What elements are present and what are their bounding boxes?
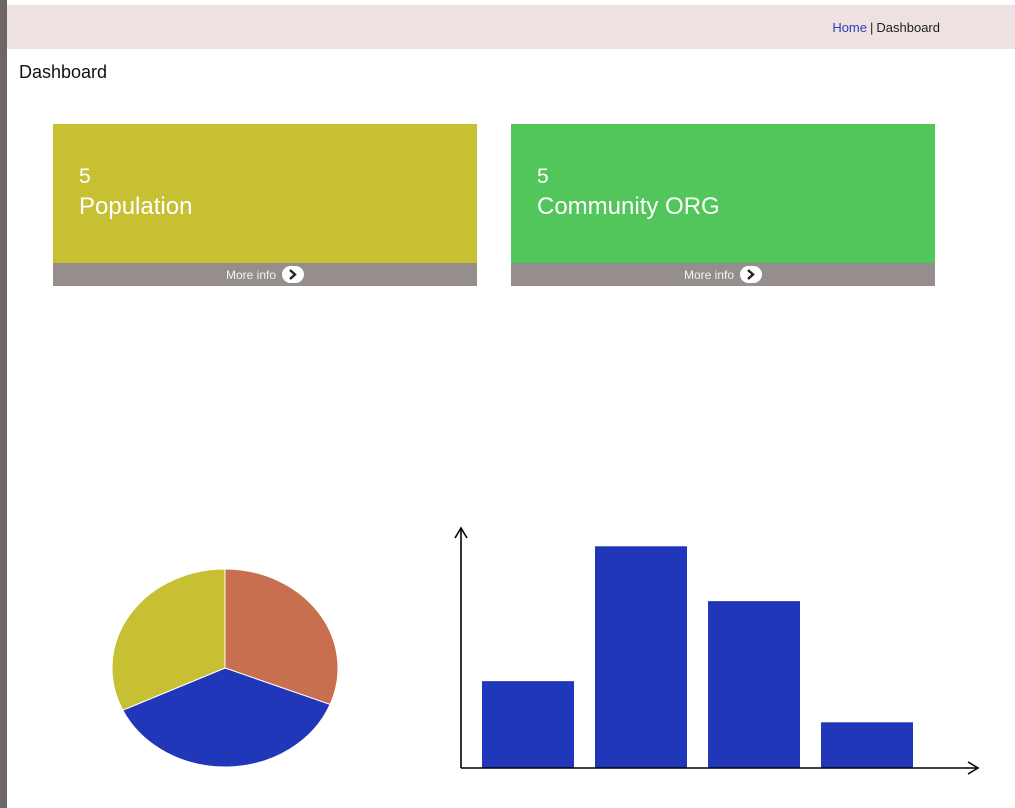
- chevron-right-icon: [282, 266, 305, 283]
- population-more-info-button[interactable]: More info: [53, 263, 477, 286]
- bar-3: [821, 722, 913, 768]
- page-title: Dashboard: [19, 62, 108, 82]
- top-bar: Home | Dashboard: [7, 5, 1015, 49]
- community-org-card: 5 Community ORG More info: [511, 124, 935, 286]
- community-org-count: 5: [537, 165, 549, 188]
- breadcrumb-separator: |: [870, 20, 874, 35]
- more-info-label: More info: [225, 267, 277, 282]
- bar-chart: [454, 526, 980, 775]
- population-label: Population: [79, 193, 193, 220]
- breadcrumb-current: Dashboard: [876, 20, 940, 35]
- pie-chart: [111, 568, 339, 768]
- breadcrumb: Home | Dashboard: [832, 20, 940, 35]
- bar-2: [708, 601, 800, 768]
- more-info-label: More info: [683, 267, 735, 282]
- breadcrumb-home-link[interactable]: Home: [832, 20, 867, 35]
- population-card: 5 Population More info: [53, 124, 477, 286]
- chevron-right-icon: [740, 266, 763, 283]
- population-count: 5: [79, 165, 91, 188]
- community-org-label: Community ORG: [537, 193, 720, 220]
- community-org-more-info-button[interactable]: More info: [511, 263, 935, 286]
- left-rail: [0, 0, 7, 808]
- bar-1: [595, 546, 687, 768]
- bar-0: [482, 681, 574, 768]
